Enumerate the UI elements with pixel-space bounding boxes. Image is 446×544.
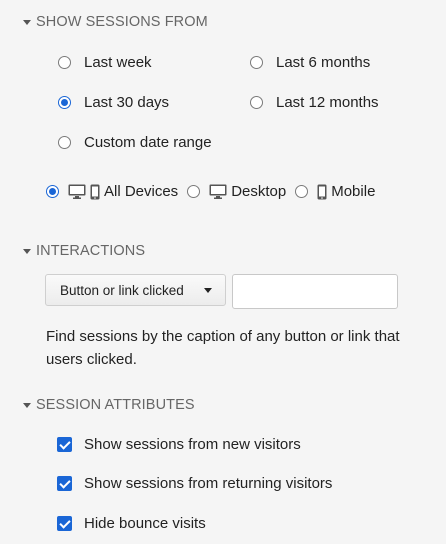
- checkbox-label: Show sessions from new visitors: [84, 436, 301, 453]
- interactions-title: INTERACTIONS: [36, 243, 146, 259]
- radio-last-12-months[interactable]: Last 12 months: [250, 94, 379, 111]
- device-filter-row: All Devices Desktop Mobile: [46, 183, 384, 200]
- mobile-icon: [317, 184, 327, 200]
- caret-down-icon: [23, 248, 31, 254]
- radio-label: Last 12 months: [276, 94, 379, 111]
- desktop-icon: [68, 184, 86, 199]
- radio-label: Last 30 days: [84, 94, 170, 111]
- checkbox-label: Show sessions from returning visitors: [84, 475, 333, 492]
- chevron-down-icon: [204, 288, 212, 293]
- radio-desktop[interactable]: Desktop: [187, 183, 286, 200]
- radio-last-6-months[interactable]: Last 6 months: [250, 54, 370, 71]
- interactions-help-text: Find sessions by the caption of any butt…: [46, 328, 400, 368]
- checkbox-new-visitors[interactable]: Show sessions from new visitors: [57, 436, 301, 453]
- mobile-icon: [90, 184, 100, 200]
- radio-last-week[interactable]: Last week: [58, 54, 152, 71]
- checkbox-checked[interactable]: [57, 437, 72, 452]
- radio-label: Custom date range: [84, 134, 212, 151]
- radio-all-devices[interactable]: All Devices: [46, 183, 178, 200]
- checkbox-hide-bounce[interactable]: Hide bounce visits: [57, 515, 206, 532]
- device-label: Desktop: [231, 183, 287, 200]
- caret-down-icon: [23, 19, 31, 25]
- interaction-type-dropdown[interactable]: Button or link clicked: [45, 274, 226, 306]
- radio-label: Last 6 months: [276, 54, 371, 71]
- radio-last-30-days[interactable]: Last 30 days: [58, 94, 169, 111]
- checkbox-checked[interactable]: [57, 476, 72, 491]
- checkbox-checked[interactable]: [57, 516, 72, 531]
- radio-circle[interactable]: [250, 56, 263, 69]
- checkbox-label: Hide bounce visits: [84, 515, 206, 532]
- radio-circle-selected[interactable]: [58, 96, 71, 109]
- caption-input[interactable]: [232, 274, 398, 309]
- radio-circle[interactable]: [187, 185, 201, 198]
- caret-down-icon: [23, 402, 31, 408]
- radio-circle[interactable]: [58, 56, 71, 69]
- radio-circle[interactable]: [250, 96, 263, 109]
- show-sessions-from-title: SHOW SESSIONS FROM: [36, 14, 208, 30]
- radio-mobile[interactable]: Mobile: [295, 183, 375, 200]
- session-attributes-header[interactable]: SESSION ATTRIBUTES: [23, 397, 195, 413]
- desktop-icon: [209, 184, 227, 199]
- interactions-header[interactable]: INTERACTIONS: [23, 243, 145, 259]
- show-sessions-from-header[interactable]: SHOW SESSIONS FROM: [23, 14, 208, 30]
- radio-circle[interactable]: [295, 185, 309, 198]
- radio-circle-selected[interactable]: [46, 185, 59, 198]
- dropdown-selected-value: Button or link clicked: [60, 282, 184, 298]
- radio-custom-date-range[interactable]: Custom date range: [58, 134, 212, 151]
- device-label: All Devices: [104, 183, 179, 200]
- session-attributes-title: SESSION ATTRIBUTES: [36, 397, 195, 413]
- radio-label: Last week: [84, 54, 152, 71]
- device-label: Mobile: [331, 183, 376, 200]
- radio-circle[interactable]: [58, 136, 71, 149]
- checkbox-returning-visitors[interactable]: Show sessions from returning visitors: [57, 475, 332, 492]
